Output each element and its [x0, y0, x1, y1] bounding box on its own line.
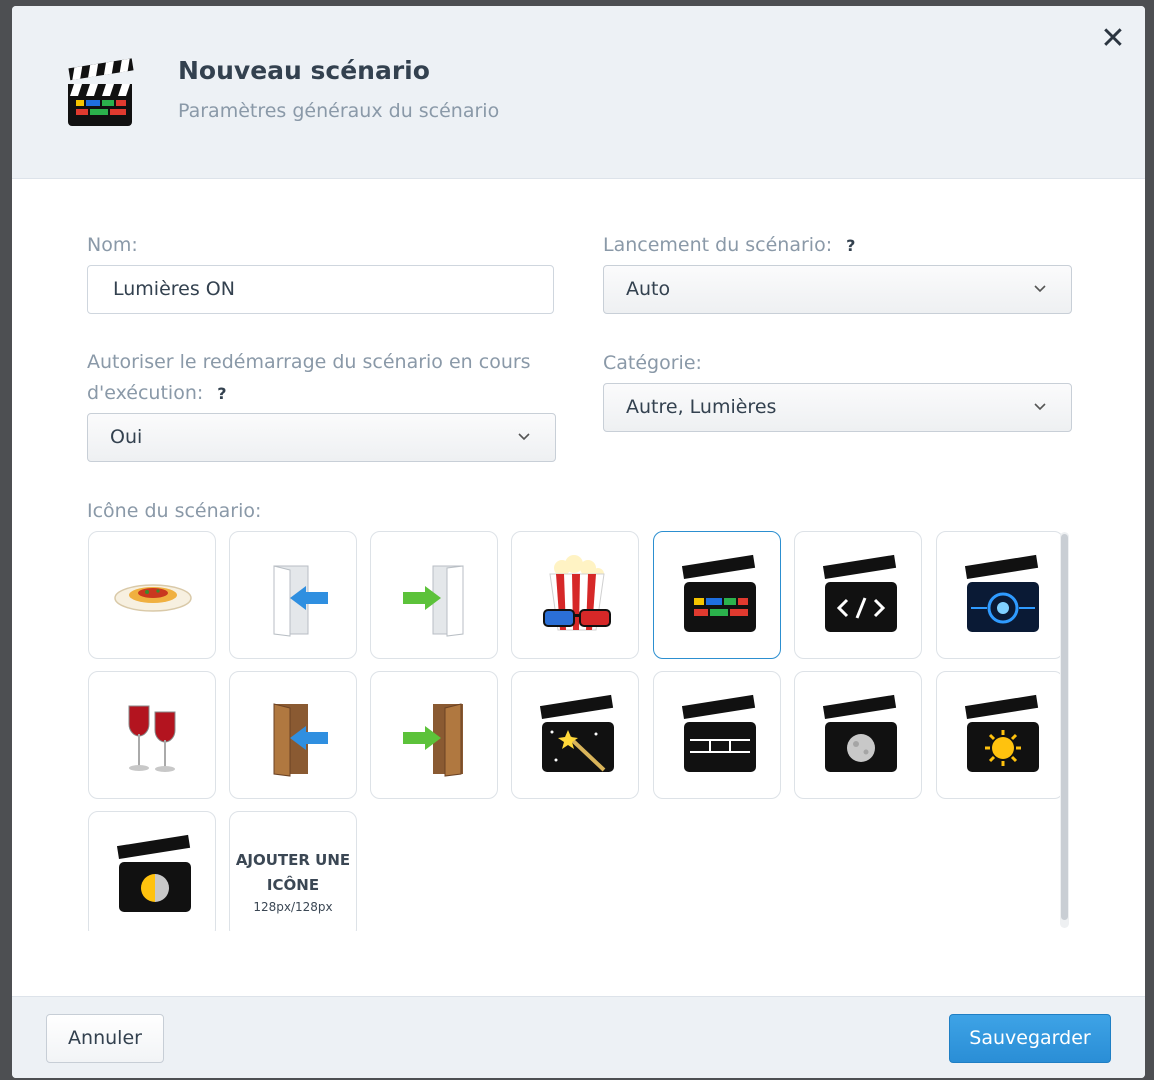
chevron-down-icon [518, 433, 530, 441]
restart-label-line2: d'exécution: [87, 382, 204, 404]
scrollbar-thumb[interactable] [1061, 534, 1068, 920]
icon-tile[interactable] [794, 531, 922, 659]
icon-tile[interactable] [370, 531, 498, 659]
category-select[interactable]: Autre, Lumières [603, 383, 1072, 432]
icon-grid-scrollbar[interactable] [1060, 532, 1069, 928]
new-scenario-modal: Nouveau scénario Paramètres généraux du … [12, 6, 1145, 1078]
close-icon[interactable]: ✕ [1098, 24, 1128, 54]
clapperboard-code-icon [822, 554, 897, 632]
wooden-door-exit-icon [403, 703, 463, 777]
name-label: Nom: [87, 234, 138, 256]
add-icon-title-line2: ICÔNE [266, 876, 320, 894]
icons-label: Icône du scénario: [87, 500, 262, 522]
icon-tile[interactable] [653, 671, 781, 799]
category-select-value: Autre, Lumières [626, 396, 777, 418]
icon-tile[interactable] [936, 531, 1064, 659]
chevron-down-icon [1034, 285, 1046, 293]
clapperboard-magic-wand-icon [539, 694, 614, 772]
icon-tile[interactable] [511, 531, 639, 659]
pasta-plate-icon [114, 584, 192, 612]
icon-tile[interactable] [88, 671, 216, 799]
modal-header: Nouveau scénario Paramètres généraux du … [12, 6, 1145, 179]
restart-label: Autoriser le redémarrage du scénario en … [87, 347, 547, 409]
restart-select-value: Oui [110, 426, 143, 448]
clapperboard-sun-icon [964, 694, 1039, 772]
door-enter-blue-icon [273, 565, 328, 637]
clapperboard-lines-icon [681, 694, 756, 772]
clapperboard-tech-eye-icon [964, 554, 1039, 632]
add-icon-button[interactable]: AJOUTER UNE ICÔNE 128px/128px [229, 811, 357, 931]
launch-label: Lancement du scénario:? [603, 230, 855, 261]
popcorn-3d-glasses-icon [543, 555, 611, 631]
wooden-door-enter-icon [273, 703, 328, 777]
icon-tile[interactable] [936, 671, 1064, 799]
wine-glasses-icon [128, 705, 176, 772]
add-icon-title: AJOUTER UNE ICÔNE [230, 848, 356, 898]
icon-tile[interactable] [229, 531, 357, 659]
icon-tile[interactable] [511, 671, 639, 799]
launch-help-icon[interactable]: ? [846, 236, 855, 255]
icon-tile[interactable] [794, 671, 922, 799]
launch-select[interactable]: Auto [603, 265, 1072, 314]
modal-footer: Annuler Sauvegarder [12, 996, 1145, 1078]
cancel-button[interactable]: Annuler [46, 1014, 164, 1063]
clapperboard-moon-icon [822, 694, 897, 772]
save-button[interactable]: Sauvegarder [949, 1014, 1111, 1063]
clapperboard-sun-moon-icon [116, 834, 191, 912]
launch-label-text: Lancement du scénario: [603, 234, 833, 256]
restart-select[interactable]: Oui [87, 413, 556, 462]
chevron-down-icon [1034, 403, 1046, 411]
icon-grid: AJOUTER UNE ICÔNE 128px/128px [88, 531, 1071, 931]
restart-label-line1: Autoriser le redémarrage du scénario en … [87, 351, 531, 373]
add-icon-size: 128px/128px [253, 900, 333, 914]
icon-tile[interactable] [88, 811, 216, 931]
icon-tile[interactable] [88, 531, 216, 659]
category-label: Catégorie: [603, 352, 702, 374]
icon-tile[interactable] [229, 671, 357, 799]
add-icon-title-line1: AJOUTER UNE [235, 851, 351, 869]
clapperboard-colorful-icon [681, 554, 756, 632]
door-exit-green-icon [403, 565, 464, 637]
launch-select-value: Auto [626, 278, 671, 300]
icon-tile-selected[interactable] [653, 531, 781, 659]
name-input[interactable]: Lumières ON [87, 265, 554, 314]
restart-help-icon[interactable]: ? [217, 384, 226, 403]
icon-tile[interactable] [370, 671, 498, 799]
clapperboard-icon [68, 58, 134, 126]
modal-title: Nouveau scénario [178, 56, 430, 85]
modal-subtitle: Paramètres généraux du scénario [178, 100, 500, 122]
